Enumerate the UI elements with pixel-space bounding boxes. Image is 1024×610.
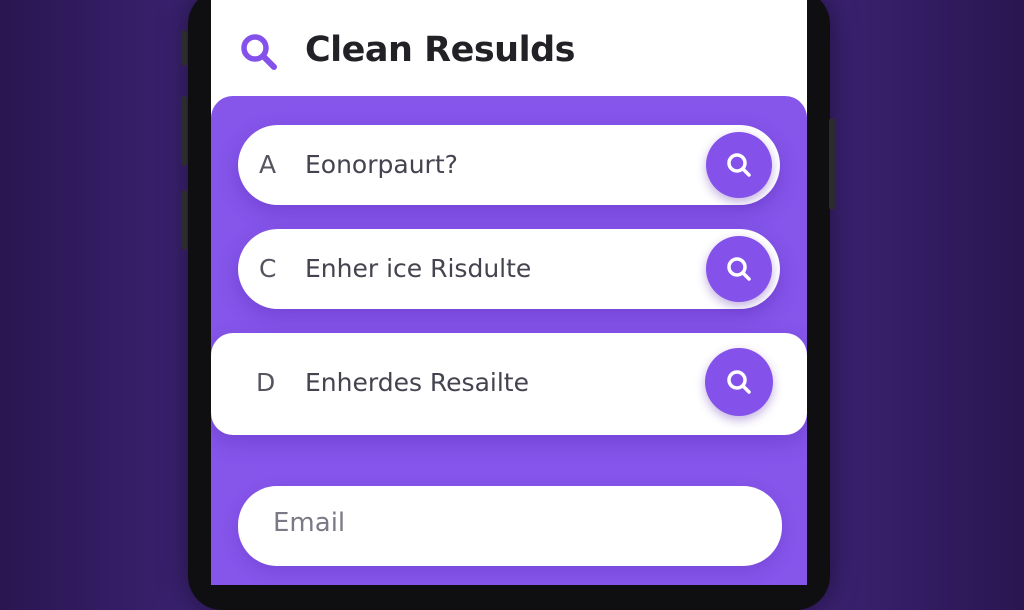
result-text: Eonorpaurt?	[305, 150, 458, 179]
app-header: Clean Resulds	[211, 0, 807, 100]
app-screen: Clean Resulds A Eonorpaurt? C Enher ice …	[211, 0, 807, 585]
result-letter: A	[259, 150, 277, 179]
result-letter: D	[256, 368, 276, 397]
search-icon	[727, 257, 751, 281]
volume-down-button	[181, 190, 187, 250]
page-title: Clean Resulds	[305, 30, 575, 70]
power-button	[829, 118, 835, 210]
result-text: Enherdes Resailte	[305, 368, 529, 397]
search-icon	[727, 153, 751, 177]
volume-up-button	[181, 96, 187, 166]
result-search-button[interactable]	[705, 348, 773, 416]
result-search-button[interactable]	[706, 236, 772, 302]
search-icon[interactable]	[239, 32, 279, 72]
result-item[interactable]: A Eonorpaurt?	[238, 125, 780, 205]
result-item[interactable]: D Enherdes Resailte	[211, 333, 807, 435]
result-search-button[interactable]	[706, 132, 772, 198]
email-placeholder: Email	[273, 508, 346, 538]
result-letter: C	[259, 254, 277, 283]
volume-button	[181, 30, 187, 66]
search-icon	[727, 370, 751, 394]
result-item[interactable]: C Enher ice Risdulte	[238, 229, 780, 309]
result-text: Enher ice Risdulte	[305, 254, 532, 283]
